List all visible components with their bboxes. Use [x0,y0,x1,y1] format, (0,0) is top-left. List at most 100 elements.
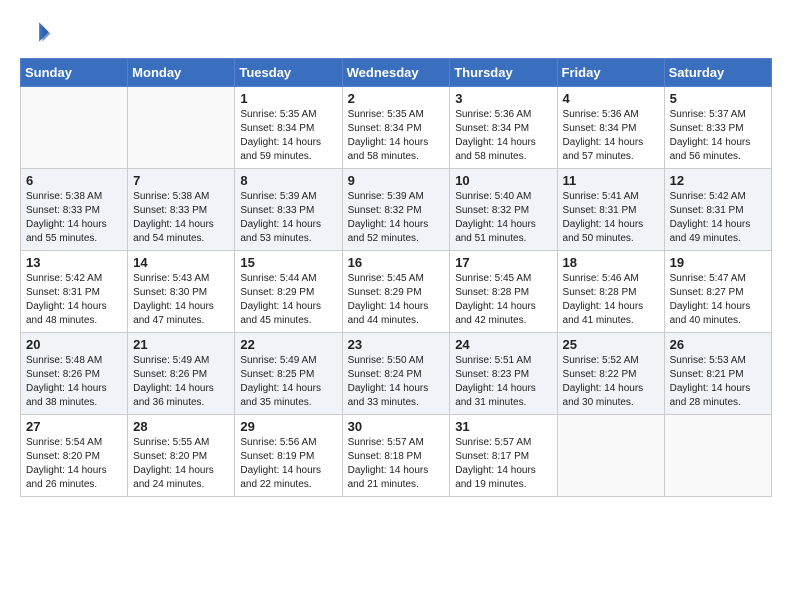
calendar-cell: 24 Sunrise: 5:51 AMSunset: 8:23 PMDayligh… [450,333,557,415]
calendar-week-row: 13 Sunrise: 5:42 AMSunset: 8:31 PMDayligh… [21,251,772,333]
weekday-header: Friday [557,59,664,87]
day-info: Sunrise: 5:47 AMSunset: 8:27 PMDaylight:… [670,272,766,328]
day-info: Sunrise: 5:57 AMSunset: 8:17 PMDaylight:… [455,436,551,492]
weekday-header: Tuesday [235,59,342,87]
day-info: Sunrise: 5:43 AMSunset: 8:30 PMDaylight:… [133,272,229,328]
day-info: Sunrise: 5:37 AMSunset: 8:33 PMDaylight:… [670,108,766,164]
calendar-week-row: 20 Sunrise: 5:48 AMSunset: 8:26 PMDayligh… [21,333,772,415]
day-number: 28 [133,419,229,434]
day-info: Sunrise: 5:38 AMSunset: 8:33 PMDaylight:… [26,190,122,246]
calendar-cell: 5Sunrise: 5:37 AMSunset: 8:33 PMDaylight… [664,87,771,169]
weekday-header: Saturday [664,59,771,87]
calendar-cell: 20 Sunrise: 5:48 AMSunset: 8:26 PMDayligh… [21,333,128,415]
calendar-cell: 6 Sunrise: 5:38 AMSunset: 8:33 PMDaylight… [21,169,128,251]
day-info: Sunrise: 5:39 AMSunset: 8:32 PMDaylight:… [348,190,445,246]
day-number: 18 [563,255,659,270]
day-number: 10 [455,173,551,188]
calendar-cell: 18 Sunrise: 5:46 AMSunset: 8:28 PMDayligh… [557,251,664,333]
day-number: 19 [670,255,766,270]
day-info: Sunrise: 5:53 AMSunset: 8:21 PMDaylight:… [670,354,766,410]
weekday-header: Thursday [450,59,557,87]
calendar-cell: 31Sunrise: 5:57 AMSunset: 8:17 PMDayligh… [450,415,557,497]
day-info: Sunrise: 5:48 AMSunset: 8:26 PMDaylight:… [26,354,122,410]
day-info: Sunrise: 5:35 AMSunset: 8:34 PMDaylight:… [240,108,336,164]
calendar-cell: 28 Sunrise: 5:55 AMSunset: 8:20 PMDayligh… [128,415,235,497]
calendar-cell: 29Sunrise: 5:56 AMSunset: 8:19 PMDayligh… [235,415,342,497]
day-info: Sunrise: 5:36 AMSunset: 8:34 PMDaylight:… [455,108,551,164]
calendar-cell [21,87,128,169]
day-info: Sunrise: 5:52 AMSunset: 8:22 PMDaylight:… [563,354,659,410]
day-number: 30 [348,419,445,434]
day-number: 8 [240,173,336,188]
day-info: Sunrise: 5:51 AMSunset: 8:23 PMDaylight:… [455,354,551,410]
day-number: 1 [240,91,336,106]
calendar-cell: 19 Sunrise: 5:47 AMSunset: 8:27 PMDayligh… [664,251,771,333]
calendar-cell: 2Sunrise: 5:35 AMSunset: 8:34 PMDaylight… [342,87,450,169]
calendar-cell [664,415,771,497]
day-info: Sunrise: 5:42 AMSunset: 8:31 PMDaylight:… [26,272,122,328]
calendar-cell: 26 Sunrise: 5:53 AMSunset: 8:21 PMDayligh… [664,333,771,415]
calendar-cell: 4 Sunrise: 5:36 AMSunset: 8:34 PMDaylight… [557,87,664,169]
calendar-cell: 15 Sunrise: 5:44 AMSunset: 8:29 PMDayligh… [235,251,342,333]
day-info: Sunrise: 5:54 AMSunset: 8:20 PMDaylight:… [26,436,122,492]
weekday-header: Sunday [21,59,128,87]
day-number: 21 [133,337,229,352]
day-info: Sunrise: 5:39 AMSunset: 8:33 PMDaylight:… [240,190,336,246]
day-info: Sunrise: 5:46 AMSunset: 8:28 PMDaylight:… [563,272,659,328]
day-info: Sunrise: 5:45 AMSunset: 8:29 PMDaylight:… [348,272,445,328]
day-info: Sunrise: 5:35 AMSunset: 8:34 PMDaylight:… [348,108,445,164]
day-info: Sunrise: 5:49 AMSunset: 8:26 PMDaylight:… [133,354,229,410]
day-number: 24 [455,337,551,352]
day-number: 3 [455,91,551,106]
day-number: 9 [348,173,445,188]
day-number: 4 [563,91,659,106]
calendar-cell: 9 Sunrise: 5:39 AMSunset: 8:32 PMDaylight… [342,169,450,251]
calendar-cell: 12Sunrise: 5:42 AMSunset: 8:31 PMDayligh… [664,169,771,251]
calendar-cell: 10Sunrise: 5:40 AMSunset: 8:32 PMDayligh… [450,169,557,251]
day-info: Sunrise: 5:57 AMSunset: 8:18 PMDaylight:… [348,436,445,492]
calendar-cell: 8 Sunrise: 5:39 AMSunset: 8:33 PMDaylight… [235,169,342,251]
calendar-cell: 16 Sunrise: 5:45 AMSunset: 8:29 PMDayligh… [342,251,450,333]
day-info: Sunrise: 5:42 AMSunset: 8:31 PMDaylight:… [670,190,766,246]
day-number: 25 [563,337,659,352]
day-info: Sunrise: 5:49 AMSunset: 8:25 PMDaylight:… [240,354,336,410]
calendar-cell: 22 Sunrise: 5:49 AMSunset: 8:25 PMDayligh… [235,333,342,415]
day-number: 14 [133,255,229,270]
day-info: Sunrise: 5:36 AMSunset: 8:34 PMDaylight:… [563,108,659,164]
day-number: 13 [26,255,122,270]
calendar-week-row: 1 Sunrise: 5:35 AMSunset: 8:34 PMDaylight… [21,87,772,169]
day-number: 27 [26,419,122,434]
weekday-header: Monday [128,59,235,87]
calendar-cell [557,415,664,497]
day-info: Sunrise: 5:55 AMSunset: 8:20 PMDaylight:… [133,436,229,492]
day-info: Sunrise: 5:56 AMSunset: 8:19 PMDaylight:… [240,436,336,492]
day-number: 22 [240,337,336,352]
day-number: 15 [240,255,336,270]
day-number: 11 [563,173,659,188]
calendar-cell: 1 Sunrise: 5:35 AMSunset: 8:34 PMDaylight… [235,87,342,169]
day-number: 7 [133,173,229,188]
calendar-cell: 13 Sunrise: 5:42 AMSunset: 8:31 PMDayligh… [21,251,128,333]
day-number: 6 [26,173,122,188]
logo-icon [20,16,52,48]
day-info: Sunrise: 5:41 AMSunset: 8:31 PMDaylight:… [563,190,659,246]
calendar-cell: 3 Sunrise: 5:36 AMSunset: 8:34 PMDaylight… [450,87,557,169]
weekday-header: Wednesday [342,59,450,87]
logo [20,16,56,48]
day-number: 20 [26,337,122,352]
calendar-week-row: 27 Sunrise: 5:54 AMSunset: 8:20 PMDayligh… [21,415,772,497]
calendar-cell: 17 Sunrise: 5:45 AMSunset: 8:28 PMDayligh… [450,251,557,333]
calendar-cell: 14 Sunrise: 5:43 AMSunset: 8:30 PMDayligh… [128,251,235,333]
day-info: Sunrise: 5:38 AMSunset: 8:33 PMDaylight:… [133,190,229,246]
calendar-cell: 27 Sunrise: 5:54 AMSunset: 8:20 PMDayligh… [21,415,128,497]
calendar-cell [128,87,235,169]
day-number: 26 [670,337,766,352]
calendar-cell: 21 Sunrise: 5:49 AMSunset: 8:26 PMDayligh… [128,333,235,415]
day-info: Sunrise: 5:45 AMSunset: 8:28 PMDaylight:… [455,272,551,328]
page: SundayMondayTuesdayWednesdayThursdayFrid… [0,0,792,507]
day-number: 16 [348,255,445,270]
calendar-cell: 7 Sunrise: 5:38 AMSunset: 8:33 PMDaylight… [128,169,235,251]
day-number: 23 [348,337,445,352]
day-number: 17 [455,255,551,270]
day-info: Sunrise: 5:44 AMSunset: 8:29 PMDaylight:… [240,272,336,328]
